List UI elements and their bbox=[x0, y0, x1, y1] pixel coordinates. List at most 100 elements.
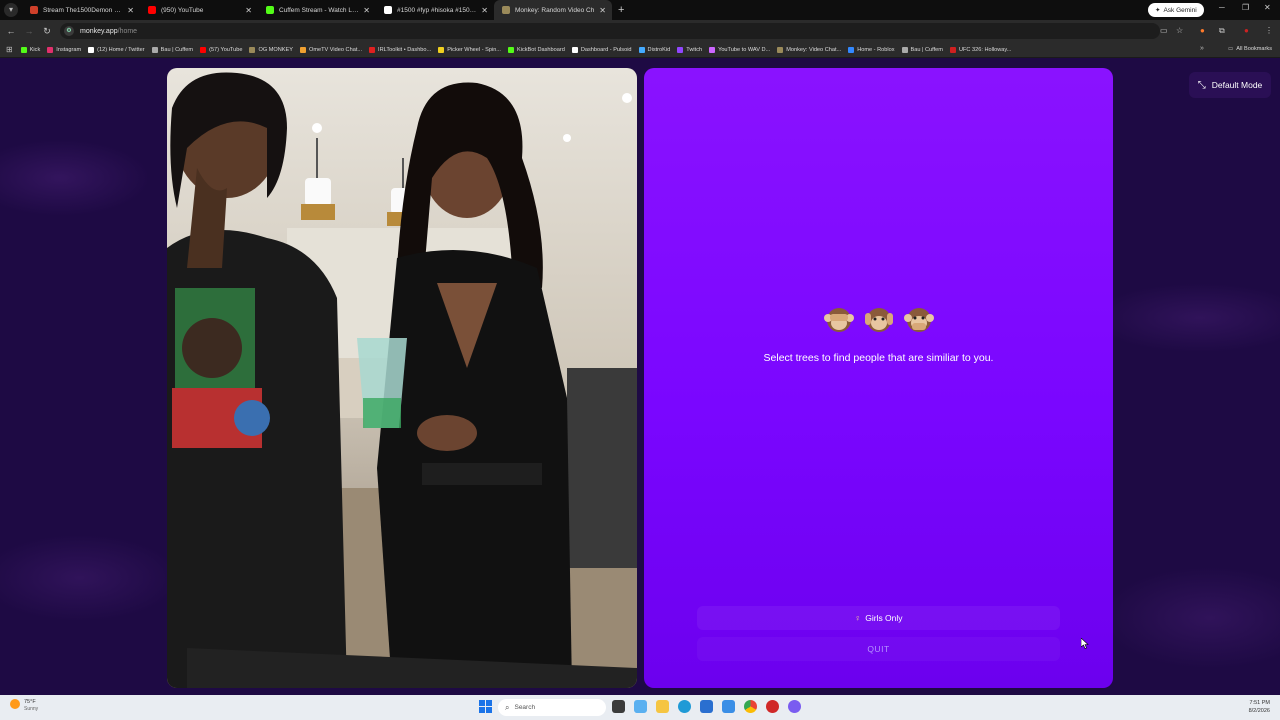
bookmark-item[interactable]: (57) YouTube bbox=[200, 46, 242, 53]
bookmark-item[interactable]: Monkey: Video Chat... bbox=[777, 46, 841, 53]
bookmark-item[interactable]: DistroKid bbox=[638, 46, 670, 53]
bookmark-favicon-icon bbox=[88, 46, 95, 53]
tab-search-icon[interactable]: ▾ bbox=[4, 3, 18, 17]
bookmark-item[interactable]: OmeTV Video Chat... bbox=[299, 46, 362, 53]
menu-kebab-icon[interactable]: ⋮ bbox=[1265, 26, 1273, 35]
bookmark-label: UFC 326: Holloway... bbox=[958, 46, 1012, 53]
browser-tab[interactable]: #1500 #fyp #hisoka #1500dem ✕ bbox=[376, 0, 494, 20]
bookmark-favicon-icon bbox=[848, 46, 855, 53]
system-clock[interactable]: 7:51 PM 8/2/2026 bbox=[1249, 699, 1270, 715]
bookmark-item[interactable]: OG MONKEY bbox=[249, 46, 293, 53]
quit-button[interactable]: QUIT bbox=[697, 637, 1060, 661]
tab-close-icon[interactable]: ✕ bbox=[245, 6, 252, 15]
profile-avatar[interactable]: ● bbox=[1244, 26, 1249, 35]
back-icon[interactable]: ← bbox=[2, 26, 20, 36]
tab-title: Monkey: Random Video Ch bbox=[515, 6, 595, 14]
forward-icon[interactable]: → bbox=[20, 26, 38, 36]
bookmark-label: Twitch bbox=[686, 46, 703, 53]
folder-icon: ▭ bbox=[1227, 46, 1234, 52]
address-bar[interactable]: ⚙ monkey.app/home bbox=[60, 23, 1160, 39]
gemini-icon: ✦ bbox=[1155, 7, 1161, 14]
match-panel: Select trees to find people that are sim… bbox=[644, 68, 1113, 688]
all-bookmarks-button[interactable]: ▭ All Bookmarks bbox=[1228, 46, 1272, 52]
sun-icon bbox=[10, 699, 20, 709]
new-tab-button[interactable]: + bbox=[618, 4, 624, 16]
bookmark-item[interactable]: (12) Home / Twitter bbox=[88, 46, 145, 53]
taskbar-search[interactable]: ⌕ Search bbox=[498, 699, 606, 716]
store-icon[interactable] bbox=[700, 700, 713, 713]
minimize-icon[interactable]: ─ bbox=[1219, 3, 1225, 12]
bookmark-item[interactable]: Dashboard - Pulsoid bbox=[571, 46, 632, 53]
bookmarks-overflow-icon[interactable]: » bbox=[1200, 45, 1204, 52]
bookmark-item[interactable]: Picker Wheel - Spin... bbox=[438, 46, 501, 53]
cast-icon[interactable]: ▭ bbox=[1160, 26, 1168, 35]
reload-icon[interactable]: ↻ bbox=[38, 26, 56, 37]
tab-close-icon[interactable]: ✕ bbox=[127, 6, 134, 15]
discord-icon[interactable] bbox=[788, 700, 801, 713]
bookmark-item[interactable]: KickBot Dashboard bbox=[507, 46, 565, 53]
bookmark-item[interactable]: Instagram bbox=[47, 46, 81, 53]
url-host: monkey.app bbox=[80, 27, 118, 35]
bookmark-favicon-icon bbox=[151, 46, 158, 53]
bookmark-item[interactable]: UFC 326: Holloway... bbox=[949, 46, 1012, 53]
chrome-icon[interactable] bbox=[744, 700, 757, 713]
tab-close-icon[interactable]: ✕ bbox=[363, 6, 370, 15]
bookmark-favicon-icon bbox=[901, 46, 908, 53]
clock-date: 8/2/2026 bbox=[1248, 708, 1270, 714]
file-explorer-icon[interactable] bbox=[656, 700, 669, 713]
quit-label: QUIT bbox=[867, 644, 890, 654]
bookmark-star-icon[interactable]: ☆ bbox=[1176, 26, 1183, 35]
bookmark-label: Bau | Cuffem bbox=[910, 46, 943, 53]
camera-video-image bbox=[167, 68, 637, 688]
ask-gemini-label: Ask Gemini bbox=[1163, 6, 1197, 14]
extensions-puzzle-icon[interactable]: ⧉ bbox=[1219, 26, 1225, 36]
bookmark-label: OG MONKEY bbox=[258, 46, 293, 53]
all-bookmarks-label: All Bookmarks bbox=[1236, 46, 1272, 52]
default-mode-button[interactable]: ⤡ Default Mode bbox=[1189, 72, 1271, 98]
bookmark-label: Home - Roblox bbox=[857, 46, 895, 53]
mail-icon[interactable] bbox=[722, 700, 735, 713]
girls-only-filter-button[interactable]: ♀ Girls Only bbox=[697, 606, 1060, 630]
bookmark-favicon-icon bbox=[200, 46, 207, 53]
bookmark-item[interactable]: Twitch bbox=[677, 46, 703, 53]
extension-icon[interactable]: ● bbox=[1200, 26, 1205, 35]
bookmark-favicon-icon bbox=[369, 46, 376, 53]
three-monkeys bbox=[644, 304, 1113, 334]
taskbar: 75°F Sunny ⌕ Search 7:51 PM 8/2/2026 bbox=[0, 695, 1280, 720]
bookmark-label: Kick bbox=[29, 46, 41, 53]
windows-start-icon[interactable] bbox=[479, 700, 492, 713]
bookmark-label: KickBot Dashboard bbox=[516, 46, 565, 53]
tab-title: (950) YouTube bbox=[161, 6, 204, 14]
collapse-arrows-icon: ⤡ bbox=[1197, 79, 1206, 91]
browser-tab[interactable]: (950) YouTube ✕ bbox=[140, 0, 258, 20]
bookmark-favicon-icon bbox=[20, 46, 27, 53]
browser-tab[interactable]: Cuffem Stream - Watch Live on ✕ bbox=[258, 0, 376, 20]
browser-tab[interactable]: Stream The1500Demon music ✕ bbox=[22, 0, 140, 20]
apps-grid-icon[interactable]: ⊞ bbox=[6, 45, 13, 54]
browser-tab-active[interactable]: Monkey: Random Video Ch ✕ bbox=[494, 0, 612, 20]
tab-close-icon[interactable]: ✕ bbox=[481, 6, 488, 15]
task-view-icon[interactable] bbox=[612, 700, 625, 713]
window-close-icon[interactable]: ✕ bbox=[1264, 3, 1271, 12]
app-red-icon[interactable] bbox=[766, 700, 779, 713]
bookmark-item[interactable]: IRLToolkit • Dashbo... bbox=[369, 46, 431, 53]
site-info-icon[interactable]: ⚙ bbox=[64, 26, 74, 36]
matching-tagline: Select trees to find people that are sim… bbox=[763, 352, 994, 364]
search-placeholder: Search bbox=[514, 704, 536, 711]
girl-icon: ♀ bbox=[854, 613, 862, 623]
bookmark-item[interactable]: Bau | Cuffem bbox=[151, 46, 193, 53]
bookmark-item[interactable]: Kick bbox=[20, 46, 41, 53]
restore-icon[interactable]: ❐ bbox=[1242, 3, 1249, 12]
bookmark-favicon-icon bbox=[777, 46, 784, 53]
bookmark-item[interactable]: Bau | Cuffem bbox=[901, 46, 943, 53]
widgets-icon[interactable] bbox=[634, 700, 647, 713]
ask-gemini-button[interactable]: ✦ Ask Gemini bbox=[1148, 3, 1204, 17]
edge-browser-icon[interactable] bbox=[678, 700, 691, 713]
bookmark-item[interactable]: YouTube to WAV D... bbox=[709, 46, 770, 53]
bookmark-item[interactable]: Home - Roblox bbox=[848, 46, 895, 53]
mouse-cursor-icon bbox=[1081, 638, 1089, 649]
tab-close-icon[interactable]: ✕ bbox=[599, 6, 606, 15]
weather-widget[interactable]: 75°F Sunny bbox=[10, 699, 38, 712]
bookmark-favicon-icon bbox=[299, 46, 306, 53]
tab-strip: ▾ Stream The1500Demon music ✕ (950) YouT… bbox=[0, 0, 1280, 20]
